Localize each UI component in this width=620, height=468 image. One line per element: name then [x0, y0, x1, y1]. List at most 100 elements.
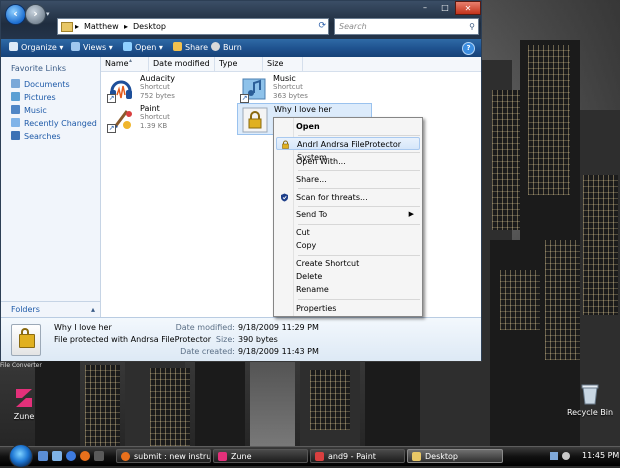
nav-link-music[interactable]: Music	[11, 105, 47, 115]
search-icon[interactable]: ⚲	[469, 19, 475, 34]
column-header-size[interactable]: Size	[263, 57, 303, 71]
nav-link-documents[interactable]: Documents	[11, 79, 70, 89]
views-label: Views	[83, 43, 107, 52]
wallpaper-building	[545, 240, 580, 360]
organize-icon	[9, 42, 18, 51]
details-value-size: 390 bytes	[238, 335, 278, 344]
wallpaper-building	[195, 362, 245, 446]
firefox-icon	[121, 452, 130, 461]
help-icon[interactable]: ?	[462, 42, 475, 55]
taskbar-button-desktop[interactable]: Desktop	[407, 449, 503, 463]
menu-separator	[298, 206, 420, 207]
menu-item-copy[interactable]: Copy	[276, 239, 420, 252]
column-header-type[interactable]: Type	[215, 57, 263, 71]
show-desktop-icon[interactable]	[38, 451, 48, 461]
nav-link-searches[interactable]: Searches	[11, 131, 61, 141]
menu-item-fileprotector[interactable]: Andrl Andrsa FileProtector System	[276, 137, 420, 162]
menu-item-delete[interactable]: Delete	[276, 270, 420, 283]
forward-button[interactable]: ›	[25, 4, 46, 25]
switch-windows-icon[interactable]	[52, 451, 62, 461]
address-bar[interactable]: ▸ Matthew ▸ Desktop ⟳	[57, 18, 329, 35]
quick-launch-more-icon[interactable]	[94, 451, 104, 461]
breadcrumb-separator-icon[interactable]: ▸	[124, 19, 128, 34]
favorite-links-heading: Favorite Links	[11, 64, 67, 73]
network-icon[interactable]	[550, 452, 558, 460]
file-item-audacity[interactable]: ↗ Audacity Shortcut 752 bytes	[104, 73, 222, 105]
taskbar: submit : new instruc... Zune and9 - Pain…	[0, 444, 620, 468]
clock[interactable]: 11:45 PM	[582, 449, 619, 463]
share-button[interactable]: Share	[173, 39, 208, 57]
nav-link-label: Searches	[24, 132, 61, 141]
desktop-icon-zune[interactable]: Zune	[0, 386, 48, 421]
organize-button[interactable]: Organize ▾	[9, 39, 63, 57]
recent-icon	[11, 118, 20, 127]
arrow-right-icon: ›	[33, 7, 38, 20]
nav-link-pictures[interactable]: Pictures	[11, 92, 56, 102]
details-pane: Why I love her File protected with Andrs…	[1, 317, 481, 361]
search-input[interactable]: Search ⚲	[334, 18, 479, 35]
menu-item-share[interactable]: Share...	[276, 173, 420, 186]
file-item-paint[interactable]: ↗ Paint Shortcut 1.39 KB	[104, 103, 222, 135]
file-type: Shortcut	[140, 113, 170, 121]
firefox-icon[interactable]	[80, 451, 90, 461]
breadcrumb-desktop[interactable]: Desktop	[133, 19, 166, 34]
file-type: Shortcut	[273, 83, 303, 91]
breadcrumb-separator-icon[interactable]: ▸	[75, 19, 79, 34]
internet-explorer-icon[interactable]	[66, 451, 76, 461]
views-button[interactable]: Views ▾	[71, 39, 113, 57]
menu-item-open[interactable]: Open	[276, 120, 420, 133]
start-button[interactable]	[9, 444, 33, 468]
maximize-button[interactable]: □	[435, 1, 455, 15]
navigation-pane: Favorite Links Documents Pictures Music …	[1, 57, 101, 317]
folders-toggle[interactable]: Folders ▴	[1, 301, 100, 317]
taskbar-button-paint[interactable]: and9 - Paint	[310, 449, 405, 463]
nav-link-label: Pictures	[24, 93, 56, 102]
taskbar-button-label: and9 - Paint	[328, 452, 376, 461]
folders-label: Folders	[11, 305, 40, 314]
minimize-button[interactable]: –	[415, 1, 435, 15]
views-icon	[71, 42, 80, 51]
music-icon	[11, 105, 20, 114]
taskbar-button-firefox[interactable]: submit : new instruc...	[116, 449, 211, 463]
menu-item-send-to[interactable]: Send To ▶	[276, 208, 420, 221]
recent-pages-chevron-icon[interactable]: ▾	[46, 10, 50, 18]
details-value-date-created: 9/18/2009 11:43 PM	[238, 347, 319, 356]
title-bar: ‹ › ▾ – □ ✕ ▸ Matthew ▸ Desktop ⟳ Search…	[1, 1, 481, 39]
wallpaper-building	[500, 270, 540, 330]
breadcrumb-matthew[interactable]: Matthew	[84, 19, 119, 34]
arrow-left-icon: ‹	[13, 7, 18, 20]
menu-separator	[298, 299, 420, 300]
shortcut-arrow-icon: ↗	[107, 124, 116, 133]
menu-item-open-with[interactable]: Open With...	[276, 155, 420, 168]
nav-link-recently-changed[interactable]: Recently Changed	[11, 118, 97, 128]
submenu-arrow-icon: ▶	[408, 210, 414, 218]
details-label-date-created: Date created:	[180, 347, 235, 356]
music-folder-icon: ↗	[240, 75, 268, 103]
desktop-icon-label: Recycle Bin	[566, 408, 614, 417]
burn-button[interactable]: Burn	[211, 39, 242, 57]
wallpaper-building	[150, 368, 190, 446]
headphones-icon: ↗	[107, 75, 135, 103]
menu-item-create-shortcut[interactable]: Create Shortcut	[276, 257, 420, 270]
file-size: 752 bytes	[140, 92, 175, 100]
search-folder-icon	[11, 131, 20, 140]
back-button[interactable]: ‹	[5, 4, 26, 25]
menu-item-properties[interactable]: Properties	[276, 302, 420, 315]
zune-icon	[12, 386, 36, 410]
file-size: 363 bytes	[273, 92, 308, 100]
desktop-icon-recycle-bin[interactable]: Recycle Bin	[566, 382, 614, 417]
file-item-music[interactable]: ↗ Music Shortcut 363 bytes	[237, 73, 355, 105]
search-placeholder: Search	[339, 22, 367, 31]
column-header-date-modified[interactable]: Date modified	[149, 57, 215, 71]
volume-icon[interactable]	[562, 452, 570, 460]
menu-item-rename[interactable]: Rename	[276, 283, 420, 296]
menu-item-scan-for-threats[interactable]: Scan for threats...	[276, 191, 420, 204]
close-button[interactable]: ✕	[455, 1, 481, 15]
menu-item-cut[interactable]: Cut	[276, 226, 420, 239]
details-value-date-modified: 9/18/2009 11:29 PM	[238, 323, 319, 332]
taskbar-button-zune[interactable]: Zune	[213, 449, 308, 463]
file-name: Music	[273, 74, 296, 83]
details-label-date-modified: Date modified:	[175, 323, 235, 332]
refresh-icon[interactable]: ⟳	[318, 19, 326, 34]
pictures-icon	[11, 92, 20, 101]
